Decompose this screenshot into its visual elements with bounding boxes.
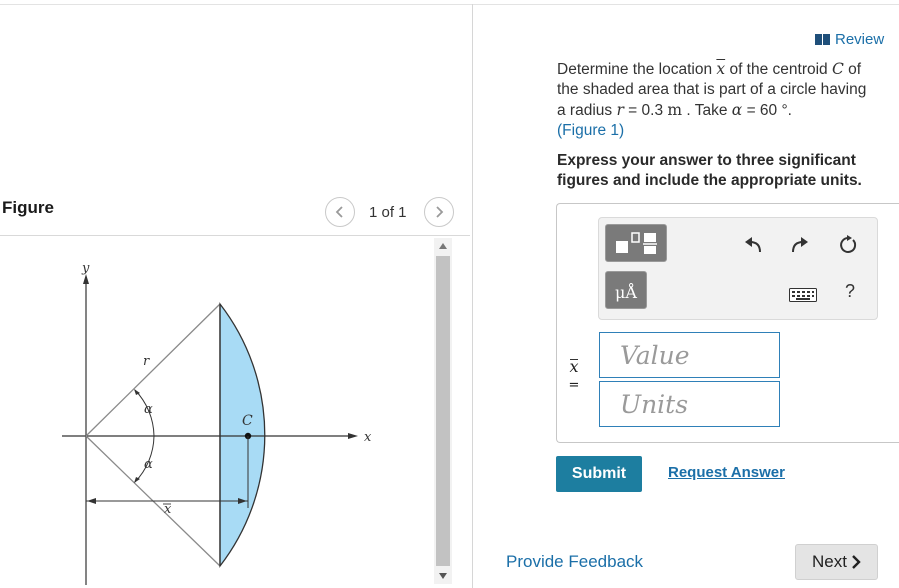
chevron-right-icon <box>436 206 444 218</box>
next-figure-button[interactable] <box>424 197 454 227</box>
answer-variable-label: x = <box>568 357 580 394</box>
scroll-down-arrow[interactable] <box>434 568 452 584</box>
var-alpha: α <box>731 101 743 119</box>
var-c: C <box>831 60 844 78</box>
radius-label: r <box>143 354 150 369</box>
redo-icon[interactable] <box>788 234 810 256</box>
problem-text-1: Determine the location <box>557 61 717 78</box>
provide-feedback-link[interactable]: Provide Feedback <box>506 552 643 572</box>
centroid-figure: y x r α α C x <box>62 261 372 585</box>
unit-m: m <box>667 101 683 119</box>
next-label: Next <box>812 552 847 571</box>
x-axis-arrow <box>348 433 358 439</box>
alpha-label-bottom: α <box>144 457 153 472</box>
review-label: Review <box>835 31 885 48</box>
top-divider <box>0 4 899 5</box>
scrollbar-thumb[interactable] <box>436 256 450 566</box>
figure-header-divider <box>0 235 470 236</box>
templates-icon <box>616 232 657 254</box>
help-icon[interactable]: ? <box>839 280 861 302</box>
answer-instructions: Express your answer to three significant… <box>557 152 862 189</box>
units-button[interactable]: μÅ <box>605 271 647 309</box>
var-xbar: x <box>716 60 726 78</box>
request-answer-link[interactable]: Request Answer <box>668 464 785 481</box>
caret-up-icon <box>439 243 447 249</box>
units-input[interactable] <box>599 381 780 427</box>
shaded-area <box>219 302 266 568</box>
figure-panel-title: Figure <box>2 198 54 217</box>
var-r: r <box>616 101 624 119</box>
problem-text-4: = 0.3 <box>623 102 668 119</box>
book-icon <box>815 34 830 45</box>
value-input[interactable] <box>599 332 780 378</box>
xbar-arrow-left <box>87 498 96 504</box>
centroid-label: C <box>242 413 253 429</box>
problem-statement: Determine the location x of the centroid… <box>557 59 875 141</box>
review-link[interactable]: Review <box>815 31 884 48</box>
equals-sign: = <box>568 378 580 393</box>
x-axis-label: x <box>364 430 372 445</box>
reset-icon[interactable] <box>837 234 859 256</box>
templates-button[interactable] <box>605 224 667 262</box>
problem-text-2: of the centroid <box>725 61 832 78</box>
alpha-label-top: α <box>144 402 153 417</box>
answer-variable: x <box>569 357 579 376</box>
undo-icon[interactable] <box>743 234 765 256</box>
scroll-up-arrow[interactable] <box>434 238 452 254</box>
submit-button[interactable]: Submit <box>556 456 642 492</box>
figure-page-indicator: 1 of 1 <box>369 204 407 221</box>
figure-scrollbar[interactable] <box>434 238 452 584</box>
y-axis-label: y <box>81 261 90 276</box>
figure-link[interactable]: (Figure 1) <box>557 122 624 139</box>
column-divider <box>472 4 473 588</box>
problem-text-6: = 60 °. <box>742 102 792 119</box>
math-toolbar: μÅ ? <box>598 217 878 320</box>
caret-down-icon <box>439 573 447 579</box>
radius-line-top <box>85 303 221 437</box>
previous-figure-button[interactable] <box>325 197 355 227</box>
problem-text-5: . Take <box>682 102 732 119</box>
keyboard-icon[interactable] <box>789 284 817 306</box>
chevron-right-icon <box>852 555 861 569</box>
chevron-left-icon <box>335 206 343 218</box>
next-button[interactable]: Next <box>795 544 878 580</box>
